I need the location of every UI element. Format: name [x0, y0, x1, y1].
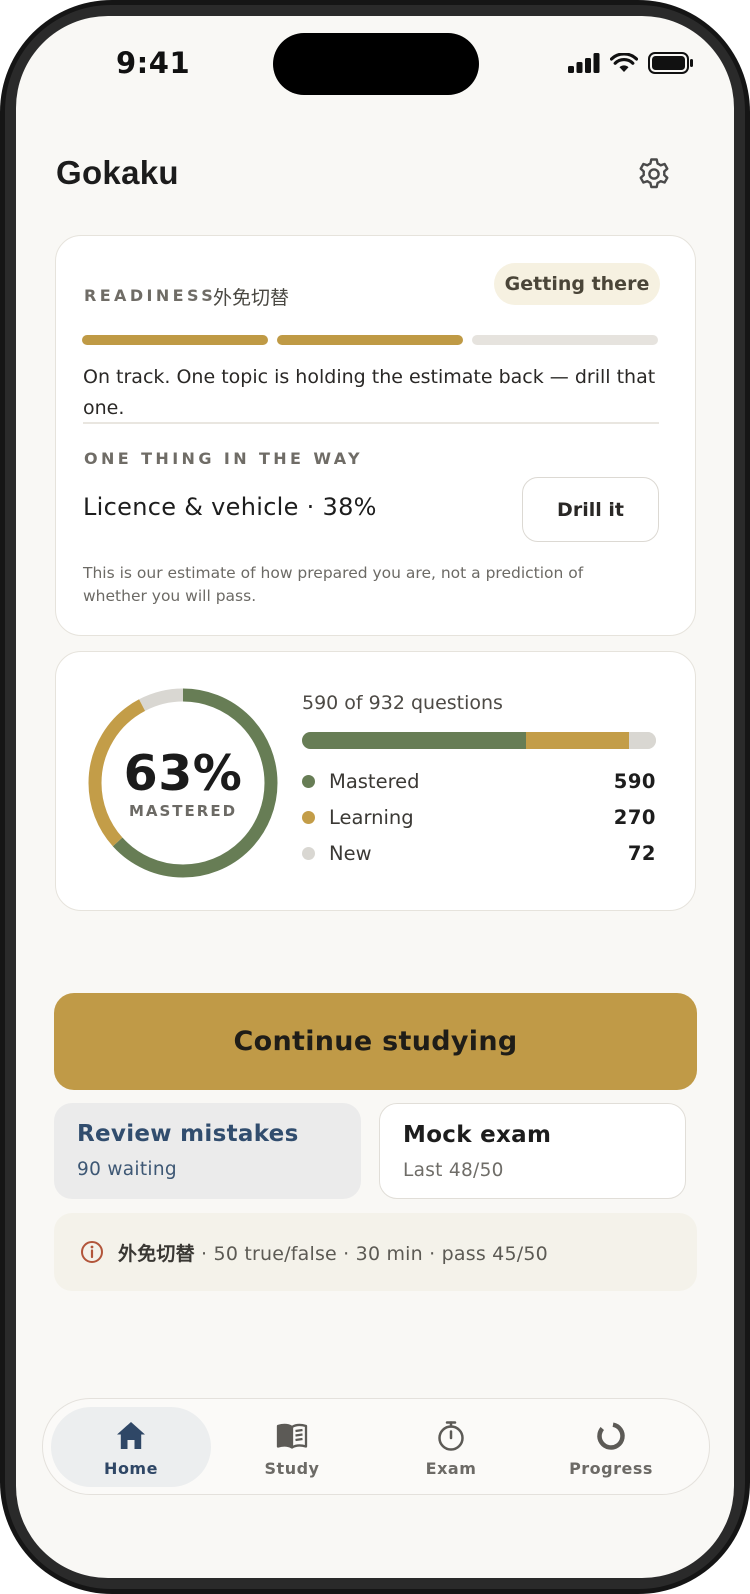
tab-label: Study	[264, 1459, 320, 1478]
legend-dot	[302, 810, 315, 824]
readiness-label: READINESS	[84, 286, 217, 305]
legend-row-mastered: Mastered 590	[302, 767, 656, 795]
book-icon	[276, 1423, 308, 1449]
mastery-caption: MASTERED	[128, 802, 238, 820]
settings-button[interactable]	[636, 156, 672, 192]
mastery-percent: 63%	[123, 745, 243, 802]
exam-info-text: 外免切替 · 50 true/false · 30 min · pass 45/…	[118, 1239, 548, 1266]
drill-it-button[interactable]: Drill it	[522, 477, 659, 542]
legend-value: 270	[613, 805, 656, 829]
review-mistakes-button[interactable]: Review mistakes 90 waiting	[54, 1103, 361, 1199]
info-icon	[81, 1241, 103, 1263]
home-icon	[117, 1422, 145, 1449]
legend-name: Mastered	[329, 769, 420, 793]
legend-dot	[302, 774, 315, 788]
dynamic-island	[273, 33, 479, 95]
mock-exam-button[interactable]: Mock exam Last 48/50	[379, 1103, 686, 1199]
readiness-summary: On track. One topic is holding the estim…	[83, 366, 656, 419]
cellular-signal-icon	[568, 53, 600, 73]
app-title: Gokaku	[56, 154, 179, 191]
exam-info-name: 外免切替	[118, 1243, 195, 1265]
exam-info-banner: 外免切替 · 50 true/false · 30 min · pass 45/…	[54, 1213, 697, 1291]
review-title: Review mistakes	[77, 1121, 299, 1147]
review-subtitle: 90 waiting	[77, 1159, 177, 1180]
continue-studying-button[interactable]: Continue studying	[54, 993, 697, 1090]
app-screen: 9:41 Gokaku READINESS 外免切替 Getting there…	[16, 16, 734, 1578]
legend-name: New	[329, 841, 372, 865]
mastery-card: 63% MASTERED 590 of 932 questions Master…	[55, 651, 696, 911]
mock-title: Mock exam	[403, 1122, 552, 1148]
stacked-bar-learning	[526, 732, 629, 749]
legend-value: 590	[613, 769, 656, 793]
blocker-topic: Licence & vehicle · 38%	[83, 493, 377, 521]
readiness-status-badge: Getting there	[494, 263, 660, 305]
wifi-icon	[610, 53, 638, 72]
battery-icon	[648, 52, 693, 74]
gear-icon	[639, 158, 669, 189]
readiness-segment	[472, 335, 658, 345]
readiness-segment	[277, 335, 463, 345]
readiness-segment	[82, 335, 268, 345]
tab-exam[interactable]: Exam	[371, 1407, 531, 1487]
tab-study[interactable]: Study	[212, 1407, 372, 1487]
legend-name: Learning	[329, 805, 414, 829]
readiness-disclaimer: This is our estimate of how prepared you…	[83, 564, 584, 605]
divider	[83, 422, 659, 424]
legend-dot	[302, 846, 315, 860]
tab-label: Exam	[425, 1459, 477, 1478]
tab-bar: Home Study Exam Progress	[42, 1398, 710, 1495]
tab-progress[interactable]: Progress	[531, 1407, 691, 1487]
tab-home[interactable]: Home	[51, 1407, 211, 1487]
stacked-bar-mastered	[302, 732, 527, 749]
tab-label: Progress	[569, 1459, 653, 1478]
mock-subtitle: Last 48/50	[403, 1160, 504, 1181]
phone-frame: 9:41 Gokaku READINESS 外免切替 Getting there…	[0, 0, 750, 1594]
readiness-card: READINESS 外免切替 Getting there On track. O…	[55, 235, 696, 636]
legend-value: 72	[627, 841, 656, 865]
stopwatch-icon	[438, 1421, 464, 1451]
stacked-bar-new	[628, 732, 656, 749]
legend-row-learning: Learning 270	[302, 803, 656, 831]
tab-label: Home	[104, 1459, 158, 1478]
exam-code: 外免切替	[213, 287, 290, 309]
exam-info-details: · 50 true/false · 30 min · pass 45/50	[194, 1243, 548, 1265]
progress-ring-icon	[597, 1422, 625, 1450]
status-time: 9:41	[116, 46, 191, 80]
status-icons	[568, 52, 694, 74]
legend-row-new: New 72	[302, 839, 656, 867]
blocker-label: ONE THING IN THE WAY	[84, 449, 363, 468]
mastery-stacked-bar	[302, 732, 656, 749]
questions-summary: 590 of 932 questions	[302, 692, 503, 714]
